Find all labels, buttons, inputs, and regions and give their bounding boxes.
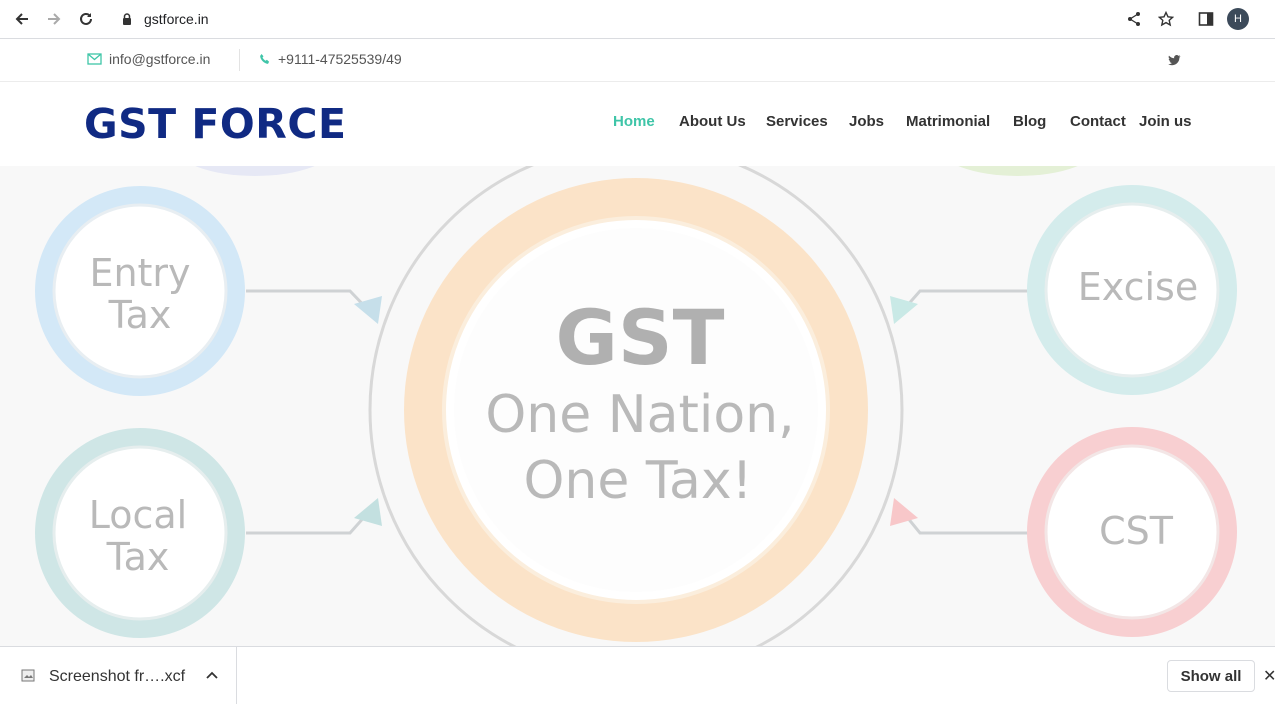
nav-about-us[interactable]: About Us [679, 113, 746, 130]
local-label-1: Local [89, 493, 188, 537]
site-logo[interactable]: GST FORCE [84, 100, 346, 148]
arrow-right-icon [48, 13, 61, 25]
nav-services[interactable]: Services [766, 113, 828, 130]
envelope-icon [87, 53, 102, 65]
phone-icon [260, 54, 270, 64]
cst-label: CST [1099, 509, 1174, 553]
chevron-up-icon[interactable] [206, 671, 218, 679]
email-text: info@gstforce.in [109, 51, 211, 67]
browser-toolbar: gstforce.in H [0, 0, 1275, 39]
center-line-1: One Nation, [485, 385, 794, 445]
arrow-left-icon [15, 13, 28, 25]
side-panel-button[interactable] [1196, 9, 1216, 29]
excise-label: Excise [1078, 265, 1198, 309]
reload-button[interactable] [73, 7, 99, 31]
share-button[interactable] [1124, 9, 1144, 29]
center-gst-label: GST [556, 293, 725, 382]
top-left-circle-fragment [195, 166, 315, 176]
nav-join-us[interactable]: Join us [1139, 113, 1192, 130]
download-bar: Screenshot fr….xcf Show all ✕ [0, 646, 1275, 704]
twitter-link[interactable] [1168, 53, 1181, 71]
hero-banner: Entry Tax Local Tax Excise CST GST One N… [0, 166, 1275, 646]
email-contact[interactable]: info@gstforce.in [87, 51, 210, 67]
forward-button[interactable] [41, 7, 67, 31]
center-line-2: One Tax! [523, 451, 752, 511]
arrow-cst [890, 498, 918, 526]
download-item[interactable]: Screenshot fr….xcf [0, 647, 237, 704]
show-all-button[interactable]: Show all [1167, 660, 1255, 692]
profile-avatar[interactable]: H [1227, 8, 1249, 30]
site-header: GST FORCE Home About Us Services Jobs Ma… [0, 82, 1275, 166]
nav-contact[interactable]: Contact [1070, 113, 1126, 130]
gst-infographic: Entry Tax Local Tax Excise CST GST One N… [35, 166, 1237, 646]
bookmark-button[interactable] [1156, 9, 1176, 29]
download-file-name: Screenshot fr….xcf [49, 668, 186, 685]
twitter-icon [1168, 55, 1181, 66]
share-icon [1128, 12, 1140, 26]
nav-jobs[interactable]: Jobs [849, 113, 884, 130]
phone-text: +9111-47525539/49 [278, 51, 402, 67]
back-button[interactable] [9, 7, 35, 31]
nav-matrimonial[interactable]: Matrimonial [906, 113, 990, 130]
local-label-2: Tax [106, 535, 170, 579]
top-right-circle-fragment [958, 166, 1078, 176]
close-icon[interactable]: ✕ [1263, 666, 1275, 686]
entry-label-1: Entry [89, 251, 190, 295]
url-text: gstforce.in [144, 11, 209, 27]
nav-home[interactable]: Home [613, 113, 655, 130]
top-info-bar: info@gstforce.in +9111-47525539/49 [0, 39, 1275, 82]
side-panel-icon [1198, 12, 1214, 26]
divider [239, 49, 240, 71]
entry-label-2: Tax [108, 293, 172, 337]
file-icon [21, 669, 35, 682]
lock-icon [123, 13, 131, 25]
reload-icon [80, 12, 92, 25]
address-bar[interactable]: gstforce.in [108, 5, 1193, 33]
nav-blog[interactable]: Blog [1013, 113, 1046, 130]
phone-contact[interactable]: +9111-47525539/49 [259, 51, 402, 67]
star-icon [1158, 11, 1174, 27]
